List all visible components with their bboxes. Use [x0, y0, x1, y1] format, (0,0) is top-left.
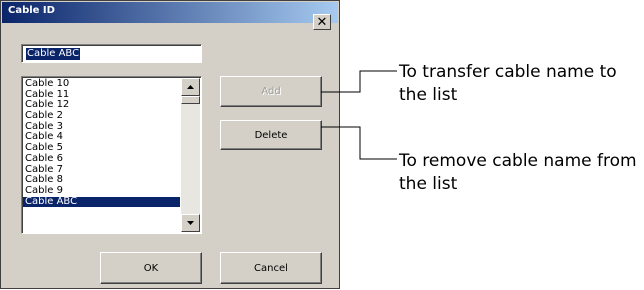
- cancel-button[interactable]: Cancel: [220, 252, 322, 284]
- close-button[interactable]: ✕: [313, 14, 331, 30]
- ok-button[interactable]: OK: [100, 252, 202, 284]
- add-button[interactable]: Add: [220, 76, 322, 107]
- cable-name-input-value: Cable ABC: [26, 48, 81, 60]
- list-item[interactable]: Cable ABC: [23, 196, 180, 208]
- annotation-transfer: To transfer cable name to the list: [399, 62, 617, 105]
- list-item[interactable]: Cable 9: [23, 185, 180, 197]
- list-item[interactable]: Cable 6: [23, 153, 180, 165]
- cable-list[interactable]: Cable 10 Cable 11 Cable 12 Cable 2 Cable 3 Ca…: [21, 76, 202, 234]
- scroll-down-button[interactable]: [181, 214, 200, 232]
- arrow-down-icon: [187, 221, 194, 225]
- list-scrollbar[interactable]: [181, 78, 200, 232]
- arrow-up-icon: [187, 85, 194, 89]
- title-bar: Cable ID: [2, 2, 338, 23]
- delete-button[interactable]: Delete: [220, 120, 322, 150]
- dialog-title: Cable ID: [8, 5, 55, 16]
- cable-list-items: Cable 10 Cable 11 Cable 12 Cable 2 Cable 3 Ca…: [23, 78, 180, 208]
- close-icon: ✕: [316, 14, 328, 30]
- cable-id-dialog: Cable ID ✕ Cable ABC Cable 10 Cable 11 Cab…: [0, 0, 340, 289]
- scroll-up-button[interactable]: [181, 78, 200, 96]
- cable-name-input[interactable]: Cable ABC: [21, 44, 202, 63]
- scroll-thumb[interactable]: [181, 96, 200, 104]
- annotation-remove: To remove cable name from the list: [399, 151, 637, 194]
